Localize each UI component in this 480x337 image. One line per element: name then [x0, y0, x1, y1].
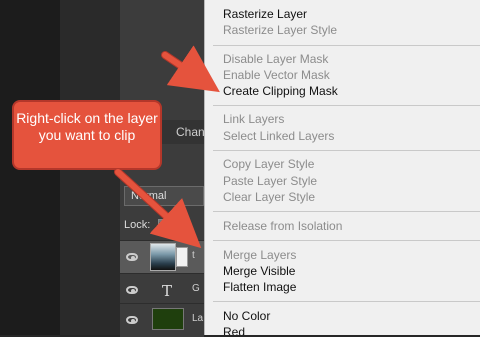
- annotation-arrows: [114, 45, 220, 249]
- arrow-to-clipping-mask: [161, 45, 220, 93]
- arrow-to-layer: [114, 168, 202, 249]
